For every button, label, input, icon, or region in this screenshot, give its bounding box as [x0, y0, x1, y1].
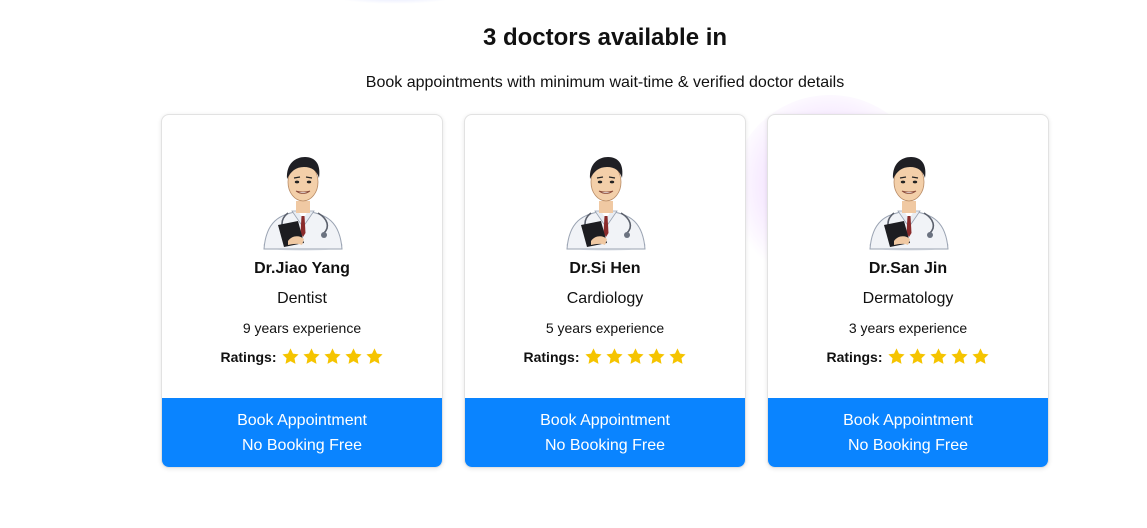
page-subtitle: Book appointments with minimum wait-time… [365, 74, 845, 91]
page: 3 doctors available in Book appointments… [0, 0, 1147, 528]
star-icon [887, 347, 906, 366]
book-appointment-button[interactable]: Book Appointment No Booking Free [465, 398, 745, 467]
star-icon [971, 347, 990, 366]
star-icon [950, 347, 969, 366]
booking-fee-label: No Booking Free [544, 436, 666, 454]
booking-fee-label: No Booking Free [847, 436, 969, 454]
book-appointment-button[interactable]: Book Appointment No Booking Free [162, 398, 442, 467]
star-icon [605, 347, 624, 366]
doctor-card: Dr.San Jin Dermatology 3 years experienc… [767, 114, 1049, 468]
star-icon [365, 347, 384, 366]
book-appointment-label: Book Appointment [237, 411, 367, 429]
doctor-experience: 5 years experience [545, 320, 665, 336]
doctor-avatar [864, 145, 954, 251]
booking-fee-label: No Booking Free [241, 436, 363, 454]
star-icon [647, 347, 666, 366]
doctor-avatar [258, 145, 348, 251]
star-icon [302, 347, 321, 366]
doctor-experience: 3 years experience [848, 320, 968, 336]
decorative-glow-top [330, 0, 460, 4]
doctor-card: Dr.Jiao Yang Dentist 9 years experience … [161, 114, 443, 468]
ratings-label: Ratings: [220, 348, 277, 365]
doctor-name: Dr.Si Hen [569, 260, 641, 277]
star-icon [668, 347, 687, 366]
doctor-name: Dr.Jiao Yang [254, 260, 350, 277]
doctor-specialty: Dermatology [862, 290, 954, 307]
star-icon [908, 347, 927, 366]
doctor-avatar [561, 145, 651, 251]
doctor-illustration-icon [566, 157, 646, 251]
doctor-ratings: Ratings: [162, 347, 442, 366]
doctor-card: Dr.Si Hen Cardiology 5 years experience … [464, 114, 746, 468]
star-icon [344, 347, 363, 366]
doctor-illustration-icon [869, 157, 949, 251]
doctor-name: Dr.San Jin [868, 260, 948, 277]
star-icon [584, 347, 603, 366]
star-icon [626, 347, 645, 366]
doctor-ratings: Ratings: [465, 347, 745, 366]
book-appointment-label: Book Appointment [843, 411, 973, 429]
doctor-specialty: Cardiology [566, 290, 644, 307]
page-title: 3 doctors available in [482, 24, 728, 51]
book-appointment-label: Book Appointment [540, 411, 670, 429]
doctor-experience: 9 years experience [242, 320, 362, 336]
star-icon [281, 347, 300, 366]
book-appointment-button[interactable]: Book Appointment No Booking Free [768, 398, 1048, 467]
star-icon [929, 347, 948, 366]
doctor-specialty: Dentist [277, 290, 327, 307]
doctor-illustration-icon [263, 157, 343, 251]
ratings-label: Ratings: [826, 348, 883, 365]
star-icon [323, 347, 342, 366]
doctor-ratings: Ratings: [768, 347, 1048, 366]
ratings-label: Ratings: [523, 348, 580, 365]
